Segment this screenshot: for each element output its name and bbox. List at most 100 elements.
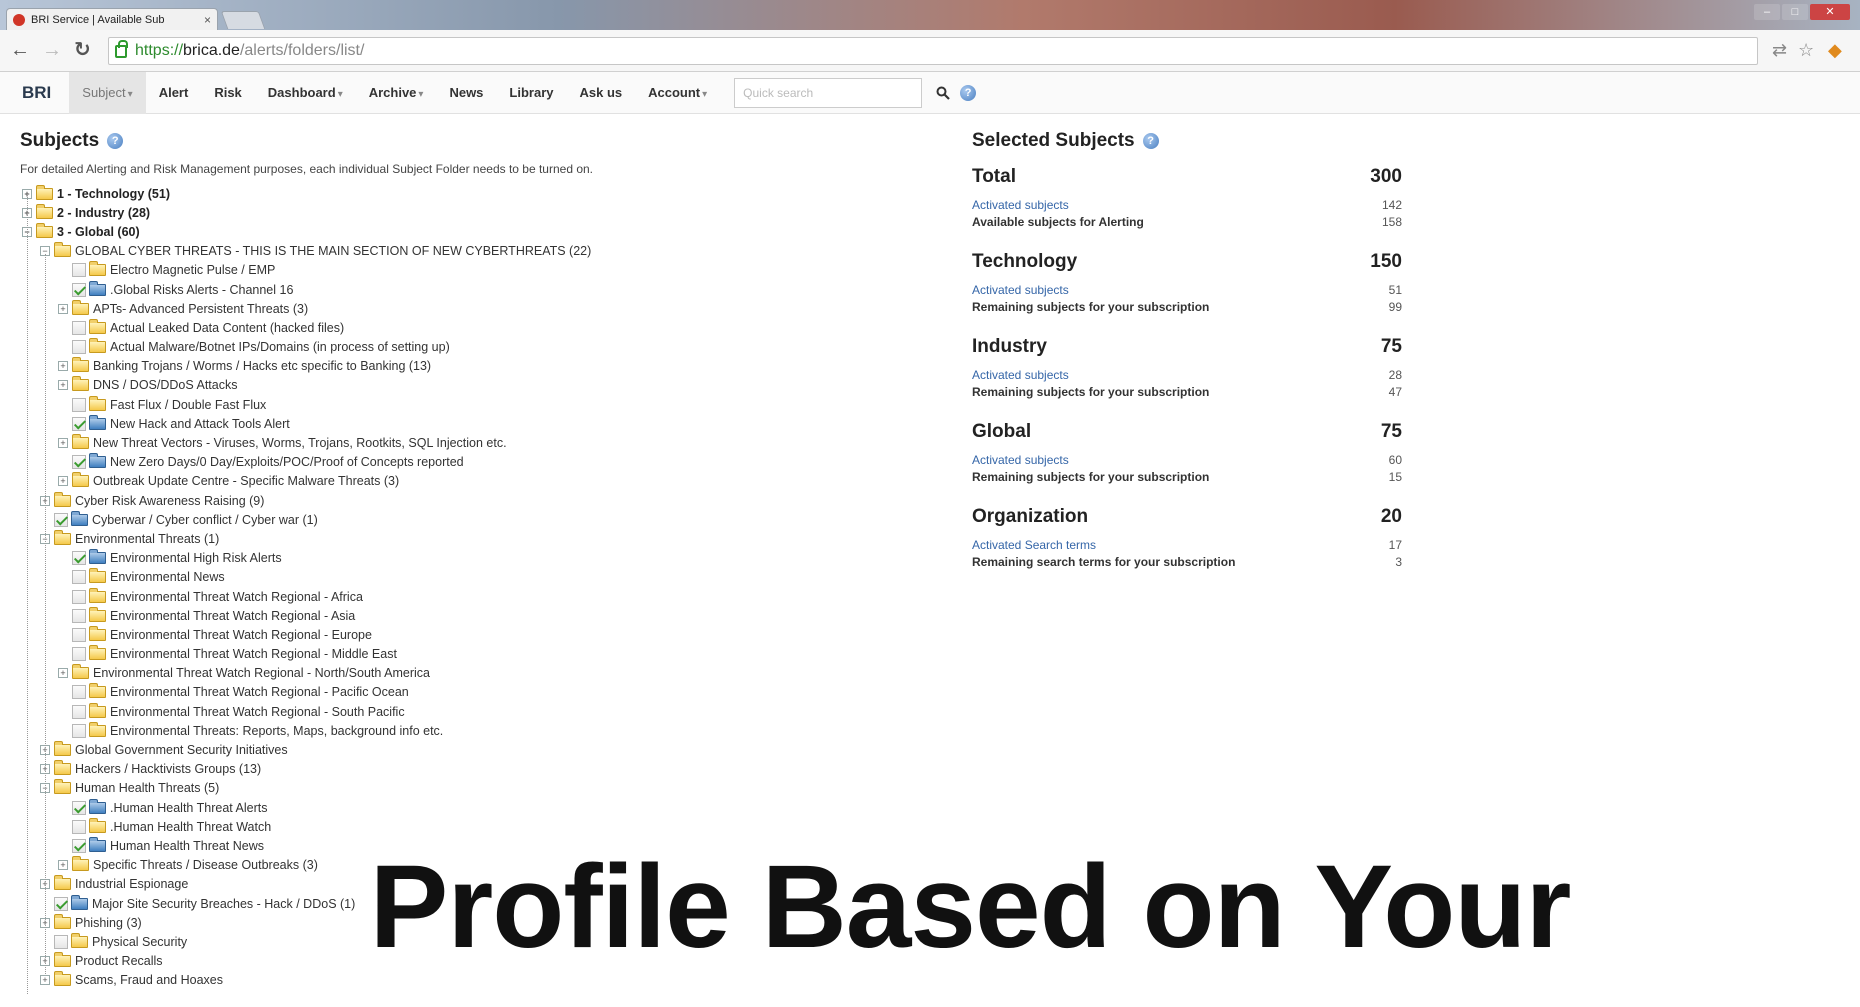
tree-node-label[interactable]: New Threat Vectors - Viruses, Worms, Tro…: [93, 436, 507, 450]
tree-node-label[interactable]: Banking Trojans / Worms / Hacks etc spec…: [93, 359, 431, 373]
activated-subjects-link[interactable]: Activated subjects: [972, 282, 1069, 299]
subject-checkbox[interactable]: [72, 397, 86, 412]
activated-subjects-link[interactable]: Activated Search terms: [972, 537, 1096, 554]
nav-item-library[interactable]: Library: [496, 72, 566, 114]
expand-icon[interactable]: +: [58, 668, 68, 679]
maximize-window-icon[interactable]: □: [1782, 4, 1808, 20]
tree-node-label[interactable]: Global Government Security Initiatives: [75, 743, 288, 757]
tree-node-label[interactable]: Environmental Threat Watch Regional - Eu…: [110, 628, 372, 642]
brand-logo[interactable]: BRI: [22, 83, 51, 103]
tree-node[interactable]: Cyberwar / Cyber conflict / Cyber war (1…: [20, 510, 920, 529]
subject-checkbox[interactable]: [72, 282, 86, 297]
new-tab-button[interactable]: [220, 11, 266, 29]
subject-checkbox[interactable]: [72, 704, 86, 719]
subject-checkbox[interactable]: [72, 455, 86, 470]
nav-item-alert[interactable]: Alert: [146, 72, 202, 114]
nav-item-risk[interactable]: Risk: [201, 72, 254, 114]
tree-node-label[interactable]: Environmental Threat Watch Regional - Af…: [110, 590, 363, 604]
tree-node[interactable]: Environmental Threat Watch Regional - Pa…: [20, 683, 920, 702]
bookmark-star-icon[interactable]: ☆: [1798, 40, 1814, 61]
tree-node[interactable]: + New Threat Vectors - Viruses, Worms, Tr…: [20, 433, 920, 452]
help-icon[interactable]: ?: [960, 84, 977, 101]
subject-checkbox[interactable]: [72, 551, 86, 566]
tree-node-label[interactable]: Outbreak Update Centre - Specific Malwar…: [93, 474, 399, 488]
help-icon[interactable]: ?: [1142, 133, 1159, 149]
browser-tab[interactable]: BRI Service | Available Sub ×: [6, 8, 218, 30]
tree-node-label[interactable]: Environmental Threat Watch Regional - No…: [93, 666, 430, 680]
subject-checkbox[interactable]: [72, 570, 86, 585]
nav-item-dashboard[interactable]: Dashboard ▾: [255, 72, 356, 114]
subject-checkbox[interactable]: [72, 416, 86, 431]
tree-node-label[interactable]: Actual Malware/Botnet IPs/Domains (in pr…: [110, 340, 450, 354]
subject-checkbox[interactable]: [72, 320, 86, 335]
tree-node-label[interactable]: Environmental Threat Watch Regional - As…: [110, 609, 355, 623]
tree-node-label[interactable]: GLOBAL CYBER THREATS - THIS IS THE MAIN …: [75, 244, 591, 258]
tree-node[interactable]: .Global Risks Alerts - Channel 16: [20, 280, 920, 299]
expand-icon[interactable]: +: [40, 975, 50, 986]
subject-checkbox[interactable]: [54, 512, 68, 527]
tree-node-label[interactable]: .Global Risks Alerts - Channel 16: [110, 283, 293, 297]
tree-node[interactable]: − GLOBAL CYBER THREATS - THIS IS THE MAIN…: [20, 242, 920, 261]
tree-node[interactable]: Environmental News: [20, 568, 920, 587]
subject-checkbox[interactable]: [72, 685, 86, 700]
tree-node[interactable]: − Environmental Threats (1): [20, 529, 920, 548]
reload-icon[interactable]: ↻: [74, 40, 91, 60]
subject-checkbox[interactable]: [72, 723, 86, 738]
tree-node[interactable]: + Global Government Security Initiatives: [20, 740, 920, 759]
tree-node-label[interactable]: Cyber Risk Awareness Raising (9): [75, 494, 264, 508]
tree-node-label[interactable]: Environmental Threat Watch Regional - Pa…: [110, 685, 409, 699]
nav-item-ask-us[interactable]: Ask us: [567, 72, 636, 114]
tree-node-label[interactable]: Environmental Threats (1): [75, 532, 219, 546]
back-arrow-icon[interactable]: ←: [10, 40, 30, 60]
tree-node[interactable]: + Banking Trojans / Worms / Hacks etc spe…: [20, 357, 920, 376]
nav-item-account[interactable]: Account ▾: [635, 72, 720, 114]
subject-checkbox[interactable]: [72, 589, 86, 604]
tree-node[interactable]: Environmental Threat Watch Regional - Mi…: [20, 645, 920, 664]
tree-node[interactable]: + Environmental Threat Watch Regional - N…: [20, 664, 920, 683]
tree-node[interactable]: + DNS / DOS/DDoS Attacks: [20, 376, 920, 395]
nav-item-archive[interactable]: Archive ▾: [356, 72, 437, 114]
tree-node-label[interactable]: Environmental Threat Watch Regional - Mi…: [110, 647, 397, 661]
extension-icon[interactable]: ◆: [1828, 40, 1842, 61]
tree-node-label[interactable]: Electro Magnetic Pulse / EMP: [110, 263, 275, 277]
tree-node[interactable]: .Human Health Threat Watch: [20, 817, 920, 836]
search-button[interactable]: [926, 78, 960, 108]
nav-item-subject[interactable]: Subject ▾: [69, 71, 146, 114]
subject-checkbox[interactable]: [72, 647, 86, 662]
tree-node[interactable]: Environmental High Risk Alerts: [20, 549, 920, 568]
translate-icon[interactable]: ⇄: [1772, 40, 1787, 61]
tree-node[interactable]: + Hackers / Hacktivists Groups (13): [20, 760, 920, 779]
activated-subjects-link[interactable]: Activated subjects: [972, 452, 1069, 469]
tree-node[interactable]: + Cyber Risk Awareness Raising (9): [20, 491, 920, 510]
expand-icon[interactable]: +: [58, 476, 68, 487]
tree-node[interactable]: + Outbreak Update Centre - Specific Malwa…: [20, 472, 920, 491]
tree-node-label[interactable]: Cyberwar / Cyber conflict / Cyber war (1…: [92, 513, 318, 527]
subject-checkbox[interactable]: [72, 263, 86, 278]
tree-node[interactable]: + Scams, Fraud and Hoaxes: [20, 971, 920, 990]
tree-node[interactable]: Fast Flux / Double Fast Flux: [20, 395, 920, 414]
expand-icon[interactable]: +: [58, 438, 68, 449]
tree-node[interactable]: Environmental Threats: Reports, Maps, ba…: [20, 721, 920, 740]
subject-checkbox[interactable]: [72, 800, 86, 815]
tree-node-label[interactable]: Environmental Threat Watch Regional - So…: [110, 705, 405, 719]
activated-subjects-link[interactable]: Activated subjects: [972, 367, 1069, 384]
help-icon[interactable]: ?: [107, 133, 124, 149]
tree-node[interactable]: Environmental Threat Watch Regional - So…: [20, 702, 920, 721]
tree-node-label[interactable]: New Zero Days/0 Day/Exploits/POC/Proof o…: [110, 455, 464, 469]
tree-node-label[interactable]: .Human Health Threat Watch: [110, 820, 271, 834]
tree-node-label[interactable]: Fast Flux / Double Fast Flux: [110, 398, 266, 412]
expand-icon[interactable]: +: [58, 361, 68, 372]
tree-node-label[interactable]: APTs- Advanced Persistent Threats (3): [93, 302, 308, 316]
tree-node-label[interactable]: .Human Health Threat Alerts: [110, 801, 267, 815]
nav-item-news[interactable]: News: [436, 72, 496, 114]
tree-node[interactable]: − Human Health Threats (5): [20, 779, 920, 798]
expand-icon[interactable]: +: [58, 303, 68, 314]
subject-checkbox[interactable]: [72, 627, 86, 642]
tree-node-label[interactable]: Environmental High Risk Alerts: [110, 551, 282, 565]
subject-checkbox[interactable]: [72, 340, 86, 355]
tree-node-label[interactable]: Actual Leaked Data Content (hacked files…: [110, 321, 344, 335]
tree-node-label[interactable]: 1 - Technology (51): [57, 187, 170, 201]
tree-node-label[interactable]: Environmental Threats: Reports, Maps, ba…: [110, 724, 443, 738]
tree-node[interactable]: New Zero Days/0 Day/Exploits/POC/Proof o…: [20, 453, 920, 472]
minimize-window-icon[interactable]: –: [1754, 4, 1780, 20]
